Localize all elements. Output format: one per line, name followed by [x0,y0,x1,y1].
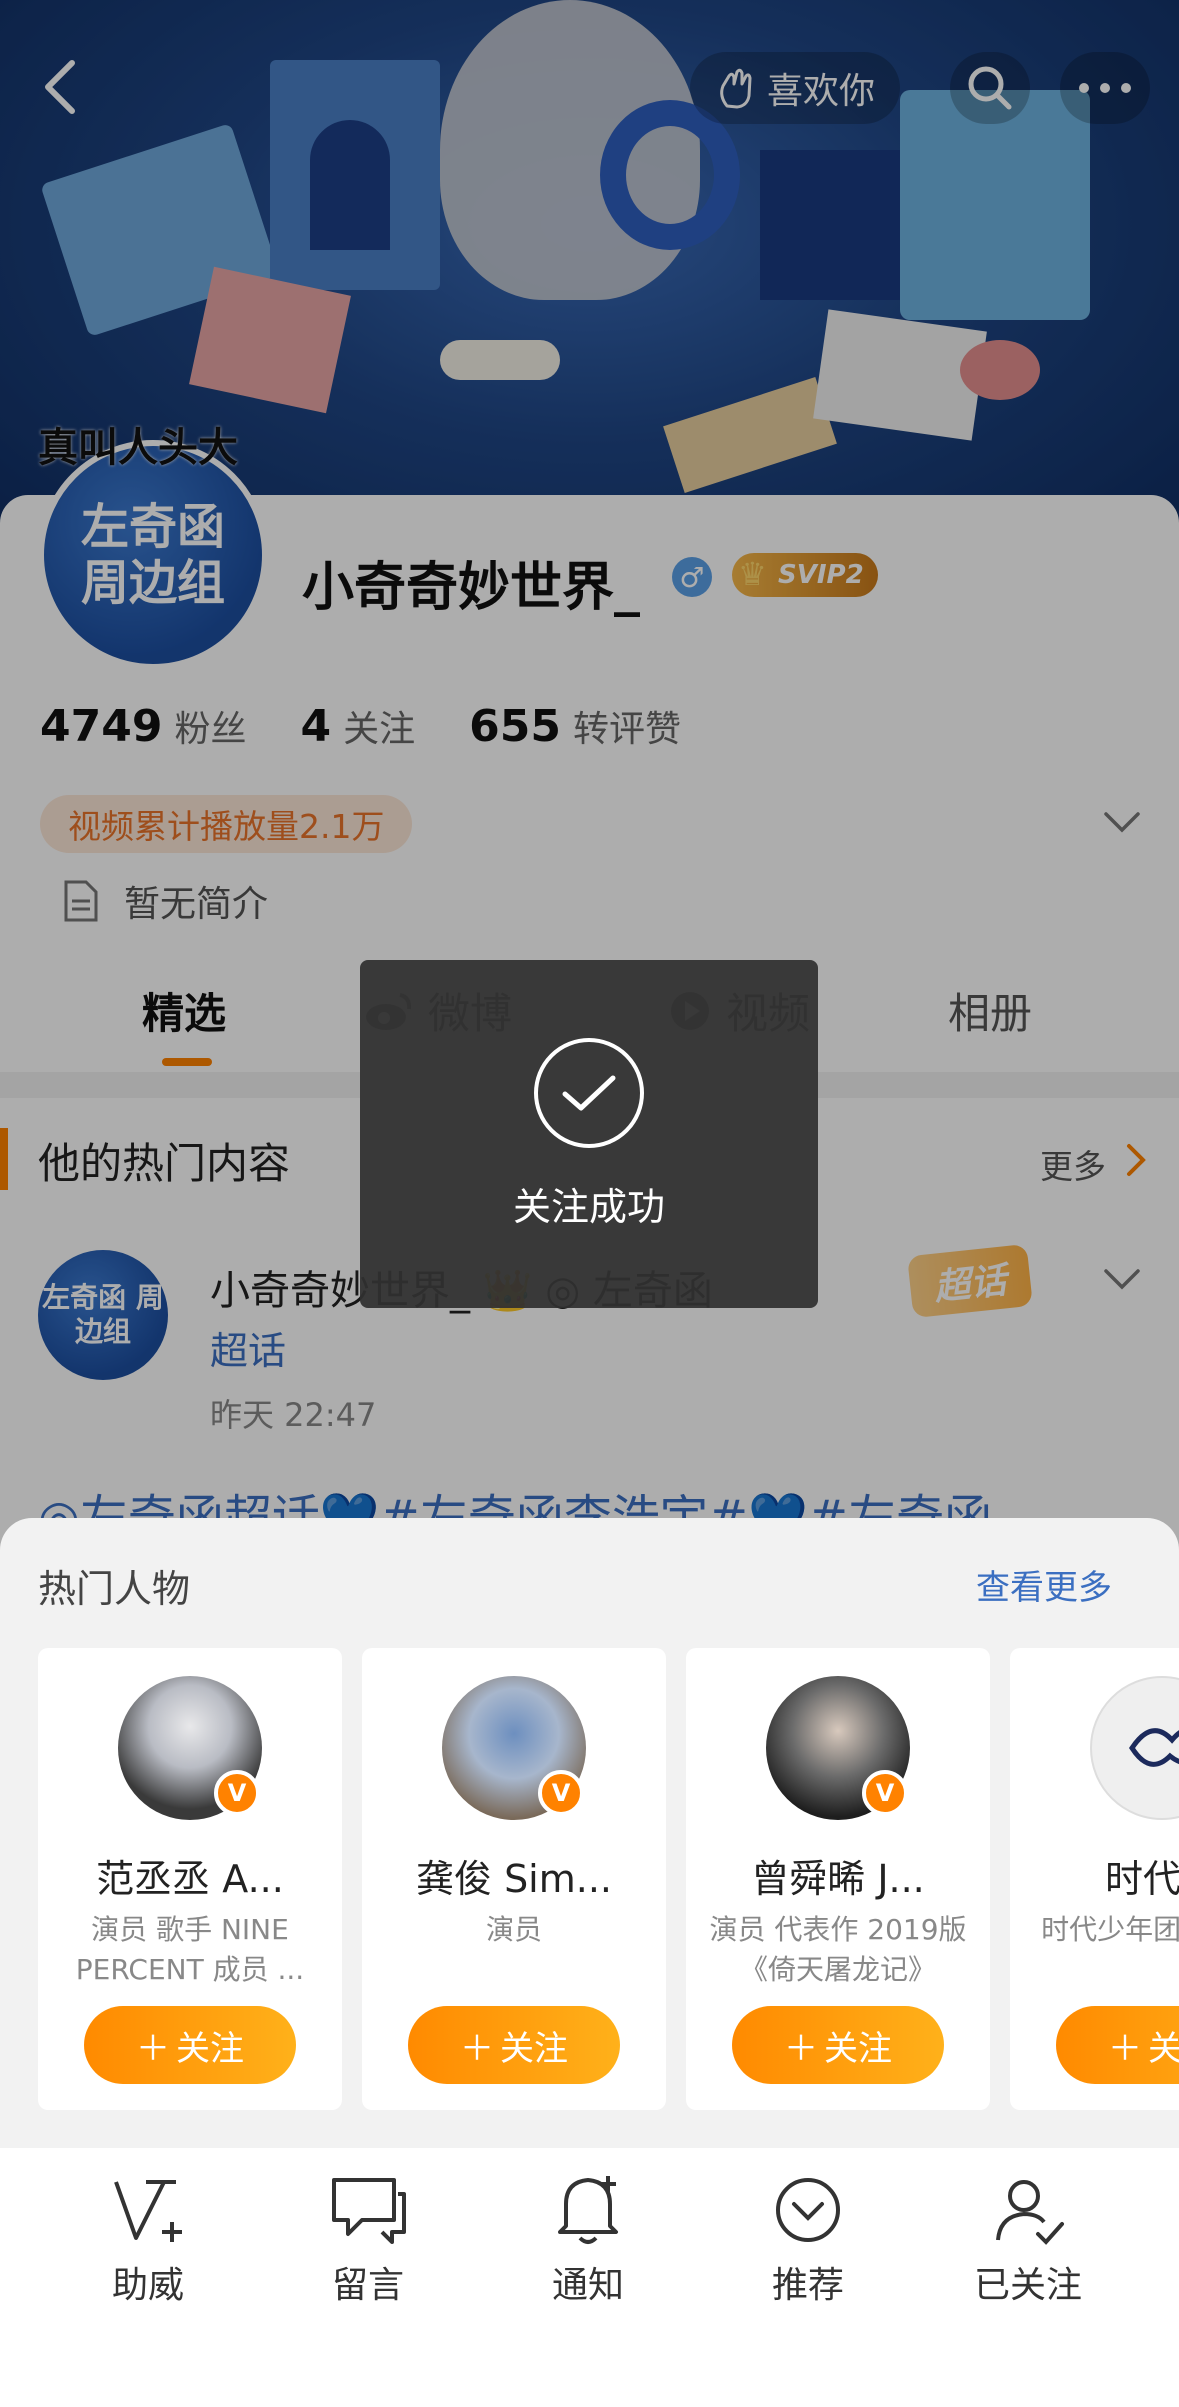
verified-badge-icon: V [862,1770,908,1816]
follow-button[interactable]: ＋关注 [84,2006,296,2084]
verified-badge-icon: V [538,1770,584,1816]
cheer-label: 助威 [111,2265,184,2306]
notify-button[interactable]: 通知 [508,2168,668,2308]
recommend-sheet: 热门人物 查看更多 V 范丞丞 A... 演员 歌手 NINE PERCENT … [0,1518,1179,2148]
message-button[interactable]: 留言 [288,2168,448,2308]
recommend-icon [766,2168,850,2252]
message-icon [326,2168,410,2252]
cheer-button[interactable]: 助威 [68,2168,228,2308]
recommend-label: 推荐 [771,2265,844,2306]
follow-label: 关注 [824,2028,892,2069]
follow-label: 关注 [176,2028,244,2069]
person-description: 演员 [485,1913,542,1946]
person-card[interactable]: V 范丞丞 A... 演员 歌手 NINE PERCENT 成员 ... ＋关注 [38,1648,342,2110]
message-label: 留言 [331,2265,404,2306]
cheer-icon [106,2168,190,2252]
follow-button[interactable]: ＋关注 [408,2006,620,2084]
verified-badge-icon: V [214,1770,260,1816]
person-description: 演员 歌手 NINE PERCENT 成员 ... [75,1913,305,1986]
followed-button[interactable]: 已关注 [948,2168,1108,2308]
recommend-title: 热门人物 [38,1567,191,1611]
checkmark-icon [562,1075,616,1111]
plus-icon: ＋ [784,2028,818,2069]
person-name[interactable]: 曾舜晞 J... [686,1848,990,1903]
bottom-action-bar: 助威 留言 通知 推荐 已关注 [0,2148,1179,2407]
person-card[interactable]: V 曾舜晞 J... 演员 代表作 2019版《倚天屠龙记》 ＋关注 [686,1648,990,2110]
checkmark-circle-icon [534,1038,644,1148]
person-card[interactable]: V 龚俊 Sim... 演员 ＋关注 [362,1648,666,2110]
follow-success-toast: 关注成功 [360,960,818,1308]
bell-icon [546,2168,630,2252]
person-avatar[interactable] [1090,1676,1179,1820]
person-description: 时代少年团 员 张真 [1041,1913,1179,1946]
follow-label: 关注 [1148,2028,1179,2069]
person-description: 演员 代表作 2019版《倚天屠龙记》 [709,1913,967,1986]
toast-message: 关注成功 [512,1185,665,1229]
person-name[interactable]: 时代少 [1010,1848,1179,1903]
plus-icon: ＋ [460,2028,494,2069]
followed-label: 已关注 [973,2265,1082,2306]
followed-icon [986,2168,1070,2252]
person-name[interactable]: 范丞丞 A... [38,1848,342,1903]
wings-logo-icon [1129,1728,1179,1767]
person-name[interactable]: 龚俊 Sim... [362,1848,666,1903]
follow-button[interactable]: ＋关注 [1056,2006,1179,2084]
follow-button[interactable]: ＋关注 [732,2006,944,2084]
plus-icon: ＋ [1108,2028,1142,2069]
notify-label: 通知 [551,2265,624,2306]
recommend-button[interactable]: 推荐 [728,2168,888,2308]
person-card[interactable]: 时代少 时代少年团 员 张真 ＋关注 [1010,1648,1179,2110]
plus-icon: ＋ [136,2028,170,2069]
recommend-see-more-link[interactable]: 查看更多 [976,1560,1112,1609]
follow-label: 关注 [500,2028,568,2069]
